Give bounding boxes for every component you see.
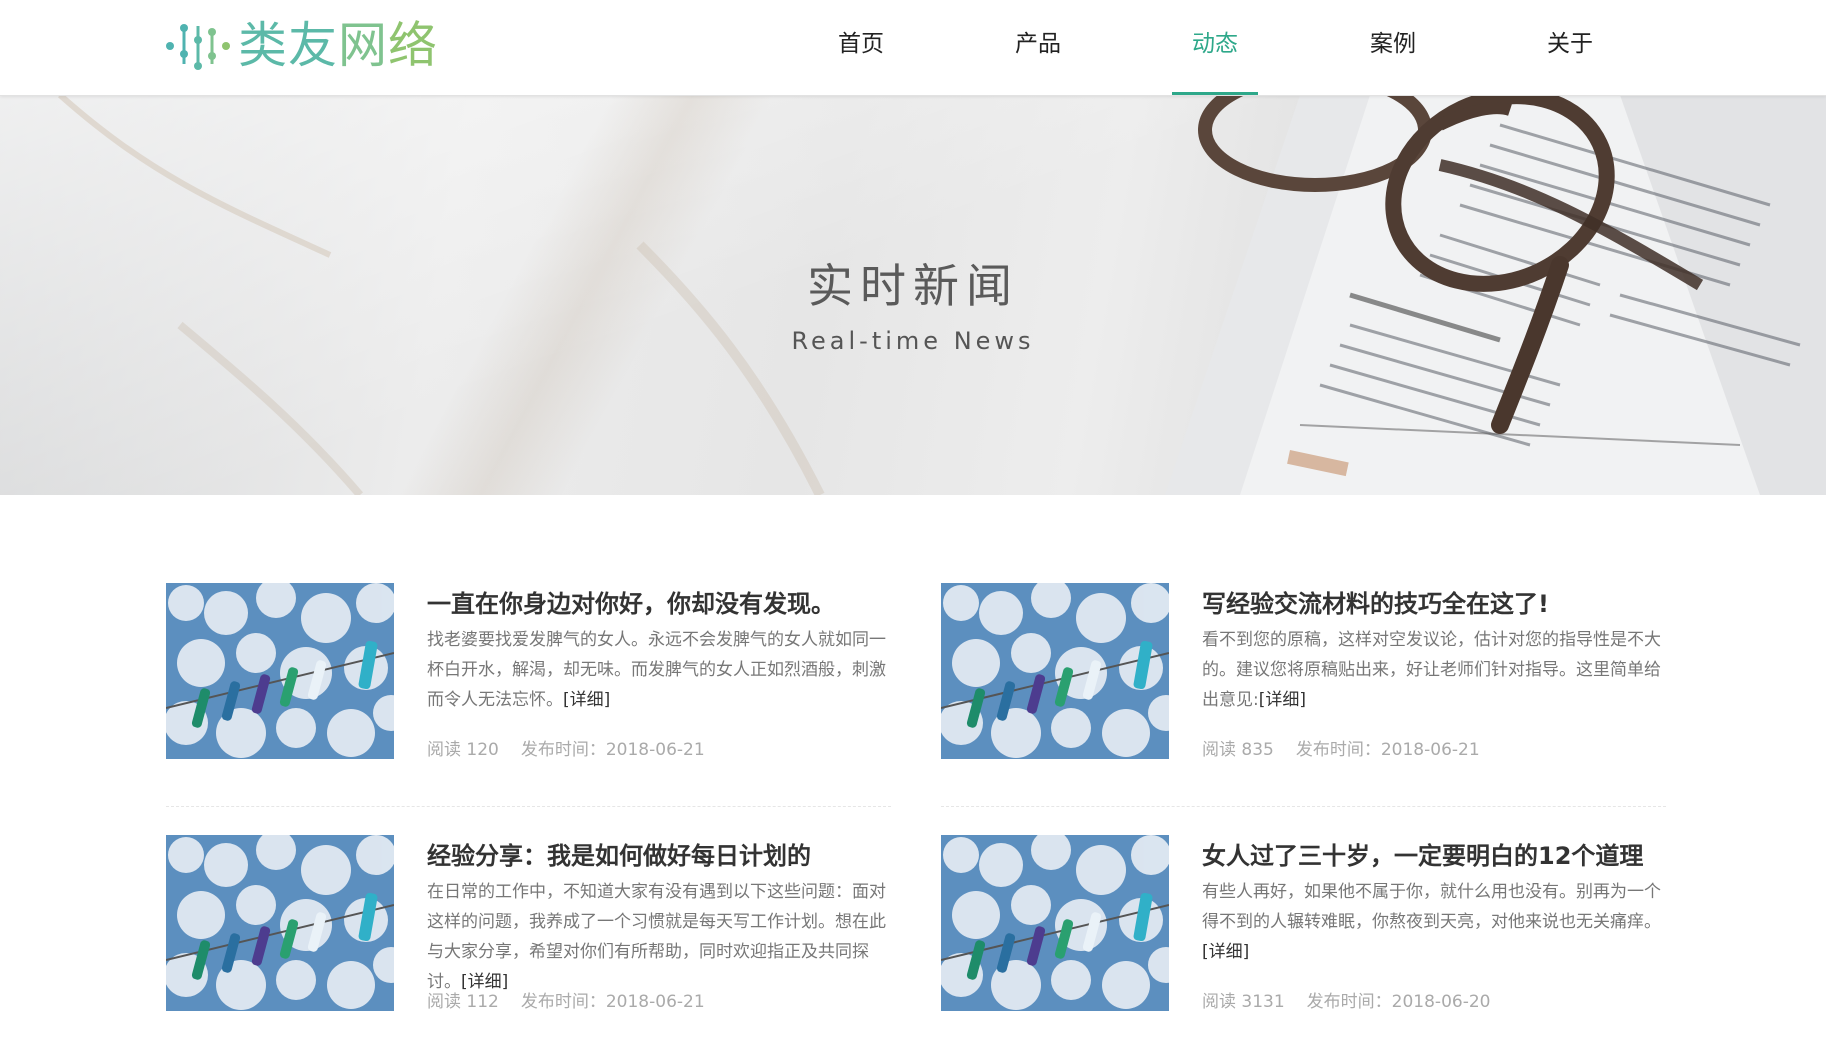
news-card[interactable]: 经验分享：我是如何做好每日计划的 在日常的工作中，不知道大家有没有遇到以下这些问… — [166, 835, 896, 1015]
news-title[interactable]: 经验分享：我是如何做好每日计划的 — [427, 839, 887, 873]
news-read-count: 阅读 120 — [427, 740, 499, 760]
banner-subtitle: Real-time News — [791, 327, 1035, 355]
news-publish-date: 发布时间：2018-06-21 — [520, 992, 705, 1012]
news-thumbnail[interactable] — [166, 583, 394, 759]
logo-text-part: 类友 — [238, 17, 339, 74]
news-summary-text: 找老婆要找爱发脾气的女人。永远不会发脾气的女人就如同一杯白开水，解渴，却无味。而… — [427, 630, 886, 710]
news-read-count: 阅读 112 — [427, 992, 499, 1012]
news-title[interactable]: 一直在你身边对你好，你却没有发现。 — [427, 587, 887, 621]
news-card[interactable]: 一直在你身边对你好，你却没有发现。 找老婆要找爱发脾气的女人。永远不会发脾气的女… — [166, 583, 896, 763]
news-title[interactable]: 写经验交流材料的技巧全在这了! — [1202, 587, 1662, 621]
news-detail-link[interactable]: [详细] — [1259, 690, 1306, 710]
news-thumbnail[interactable] — [941, 583, 1169, 759]
logo-text-part: 网 — [338, 17, 389, 74]
news-publish-date: 发布时间：2018-06-21 — [1295, 740, 1480, 760]
news-summary: 有些人再好，如果他不属于你，就什么用也没有。别再为一个得不到的人辗转难眠，你熬夜… — [1202, 877, 1662, 967]
news-divider — [166, 806, 891, 807]
site-header: 类友网络 首页 产品 动态 案例 关于 — [0, 0, 1826, 96]
news-thumbnail[interactable] — [941, 835, 1169, 1011]
news-summary: 找老婆要找爱发脾气的女人。永远不会发脾气的女人就如同一杯白开水，解渴，却无味。而… — [427, 625, 887, 715]
logo-dots-icon — [166, 24, 230, 70]
news-detail-link[interactable]: [详细] — [1202, 942, 1249, 962]
nav-item-about[interactable]: 关于 — [1510, 0, 1630, 95]
logo-text: 类友网络 — [238, 20, 438, 72]
news-card[interactable]: 写经验交流材料的技巧全在这了! 看不到您的原稿，这样对空发议论，估计对您的指导性… — [941, 583, 1671, 763]
news-summary-text: 有些人再好，如果他不属于你，就什么用也没有。别再为一个得不到的人辗转难眠，你熬夜… — [1202, 882, 1661, 932]
news-publish-date: 发布时间：2018-06-21 — [520, 740, 705, 760]
news-summary: 看不到您的原稿，这样对空发议论，估计对您的指导性是不大的。建议您将原稿贴出来，好… — [1202, 625, 1662, 715]
news-summary: 在日常的工作中，不知道大家有没有遇到以下这些问题：面对这样的问题，我养成了一个习… — [427, 877, 887, 997]
nav-item-products[interactable]: 产品 — [978, 0, 1098, 95]
nav-item-news[interactable]: 动态 — [1155, 0, 1275, 95]
news-read-count: 阅读 835 — [1202, 740, 1274, 760]
news-meta: 阅读 112 发布时间：2018-06-21 — [427, 987, 727, 1012]
hero-banner: 实时新闻 Real-time News — [0, 95, 1826, 495]
nav-item-cases[interactable]: 案例 — [1333, 0, 1453, 95]
logo-text-part: 络 — [388, 17, 439, 74]
news-read-count: 阅读 3131 — [1202, 992, 1285, 1012]
banner-title: 实时新闻 — [807, 259, 1019, 313]
news-meta: 阅读 835 发布时间：2018-06-21 — [1202, 735, 1502, 760]
news-thumbnail[interactable] — [166, 835, 394, 1011]
clothespins-image — [166, 835, 394, 1011]
news-title[interactable]: 女人过了三十岁，一定要明白的12个道理 — [1202, 839, 1662, 873]
news-meta: 阅读 120 发布时间：2018-06-21 — [427, 735, 727, 760]
news-publish-date: 发布时间：2018-06-20 — [1306, 992, 1491, 1012]
nav-item-home[interactable]: 首页 — [801, 0, 921, 95]
clothespins-image — [941, 835, 1169, 1011]
clothespins-image — [941, 583, 1169, 759]
clothespins-image — [166, 583, 394, 759]
news-meta: 阅读 3131 发布时间：2018-06-20 — [1202, 987, 1512, 1012]
news-card[interactable]: 女人过了三十岁，一定要明白的12个道理 有些人再好，如果他不属于你，就什么用也没… — [941, 835, 1671, 1015]
news-detail-link[interactable]: [详细] — [563, 690, 610, 710]
news-divider — [941, 806, 1666, 807]
site-logo[interactable]: 类友网络 — [164, 20, 438, 72]
